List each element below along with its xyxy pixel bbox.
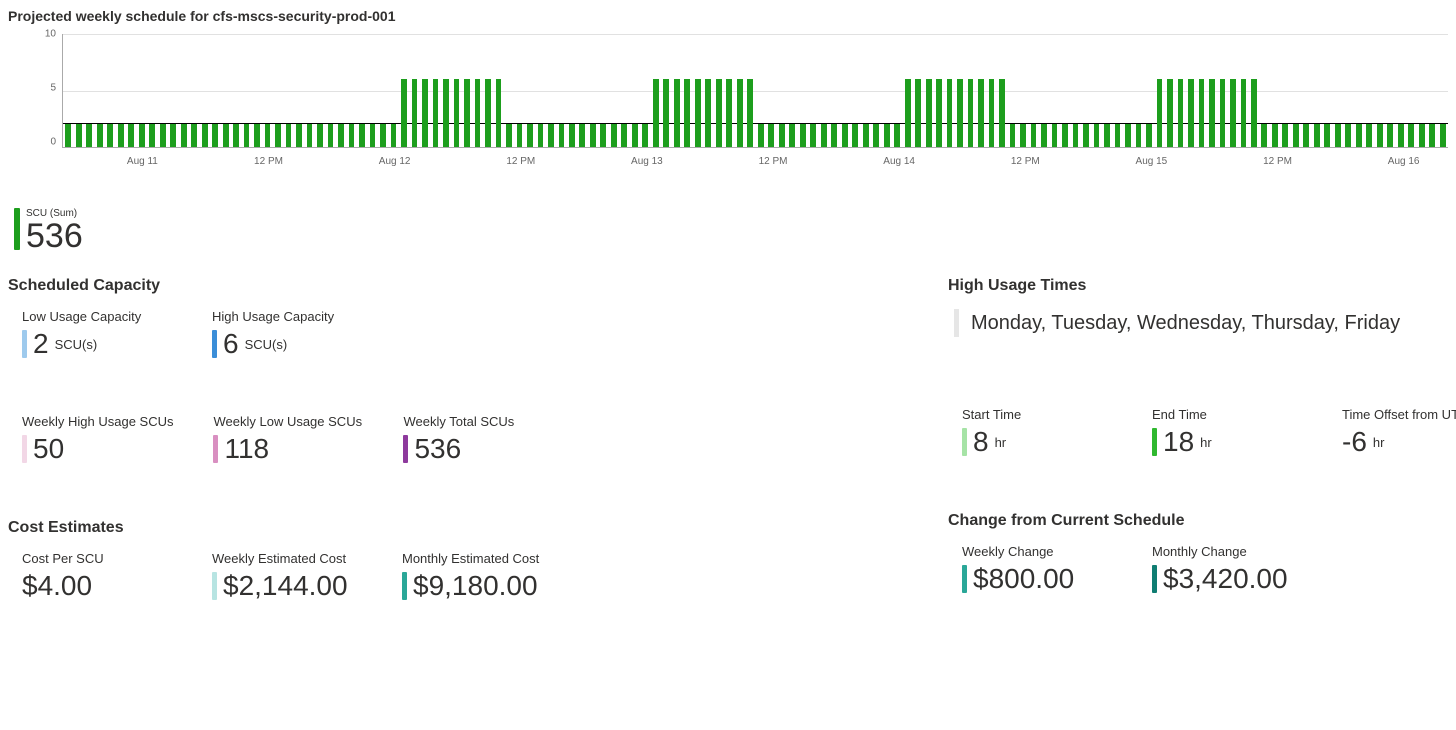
low-usage-capacity: Low Usage Capacity 2 SCU(s) (22, 309, 172, 358)
time-offset-utc: Time Offset from UTC -6 hr (1342, 407, 1456, 456)
weekly-change: Weekly Change $800.00 (962, 544, 1112, 593)
weekly-total-scus: Weekly Total SCUs 536 (403, 414, 553, 463)
projected-schedule-chart: 0 5 10 Aug 1112 PMAug 1212 PMAug 1312 PM… (8, 28, 1448, 198)
chart-y-axis: 0 5 10 (8, 28, 62, 148)
end-time: End Time 18 hr (1152, 407, 1302, 456)
chart-x-axis: Aug 1112 PMAug 1212 PMAug 1312 PMAug 141… (62, 156, 1448, 176)
cost-estimates-title: Cost Estimates (8, 519, 948, 537)
chart-plot-area (62, 34, 1448, 148)
monthly-estimated-cost: Monthly Estimated Cost $9,180.00 (402, 551, 552, 600)
scu-sum-summary: SCU (Sum) 536 (14, 208, 1448, 253)
cost-per-scu: Cost Per SCU $4.00 (22, 551, 172, 600)
change-title: Change from Current Schedule (948, 512, 1456, 530)
high-usage-times-title: High Usage Times (948, 277, 1456, 295)
scheduled-capacity-title: Scheduled Capacity (8, 277, 948, 295)
weekly-low-usage-scus: Weekly Low Usage SCUs 118 (213, 414, 363, 463)
high-usage-days: Monday, Tuesday, Wednesday, Thursday, Fr… (954, 309, 1456, 337)
high-usage-capacity: High Usage Capacity 6 SCU(s) (212, 309, 362, 358)
weekly-estimated-cost: Weekly Estimated Cost $2,144.00 (212, 551, 362, 600)
chart-title: Projected weekly schedule for cfs-mscs-s… (8, 8, 1448, 24)
weekly-high-usage-scus: Weekly High Usage SCUs 50 (22, 414, 173, 463)
start-time: Start Time 8 hr (962, 407, 1112, 456)
monthly-change: Monthly Change $3,420.00 (1152, 544, 1302, 593)
